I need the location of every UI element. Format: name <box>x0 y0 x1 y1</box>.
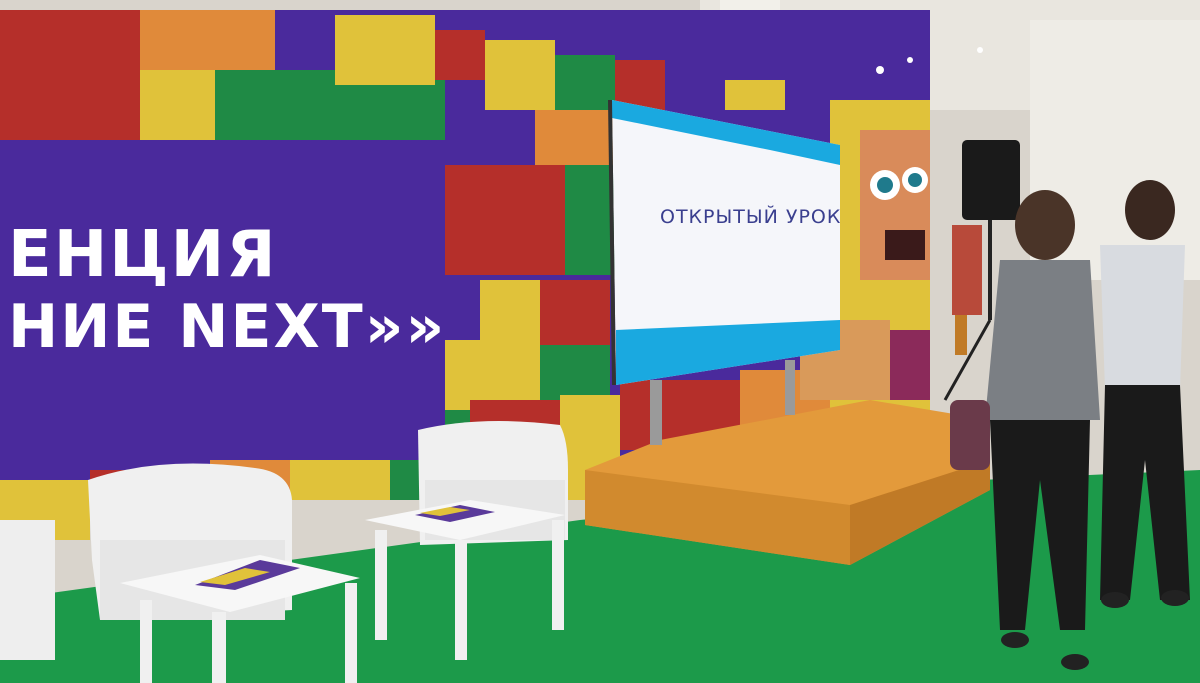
screen-title: ОТКРЫТЫЙ УРОК <box>660 206 842 228</box>
banner-text-line-1: ЕНЦИЯ <box>8 218 278 292</box>
photo-scene: ЕНЦИЯ НИЕ NEXT»» ОТКРЫТЫЙ УРОК <box>0 0 1200 683</box>
led-screen <box>608 100 840 385</box>
armchair-edge <box>0 520 55 660</box>
banner-text-line-2: НИЕ NEXT»» <box>8 292 447 362</box>
